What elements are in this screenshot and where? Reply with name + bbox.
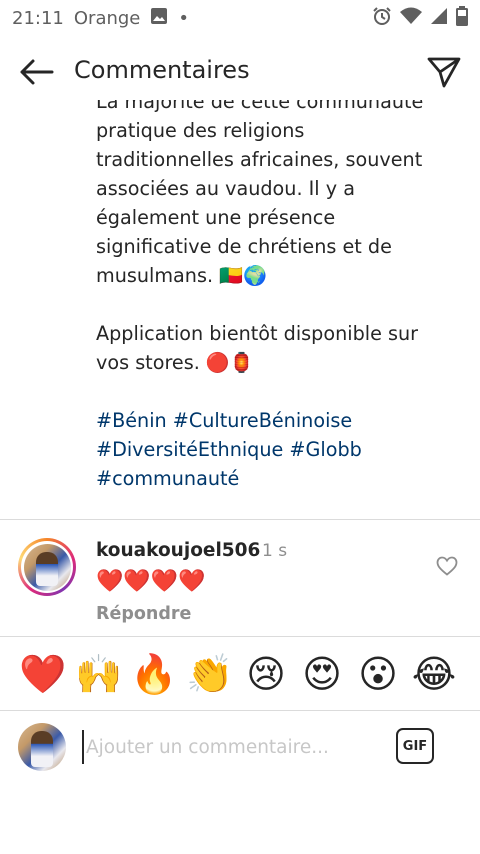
- heart-outline-icon: [436, 556, 458, 576]
- quick-reactions-bar: ❤️ 🙌 🔥 👏 😢 😍 😮 😂: [0, 646, 480, 702]
- reaction-heart-eyes[interactable]: 😍: [298, 646, 346, 702]
- status-carrier: Orange: [73, 7, 141, 29]
- caption-line: Application bientôt disponible sur: [96, 322, 419, 345]
- wifi-icon: [400, 7, 422, 30]
- share-button[interactable]: [424, 54, 464, 90]
- caption-line: La majorité de cette communauté: [96, 100, 424, 113]
- reaction-clap[interactable]: 👏: [186, 646, 234, 702]
- caption-line: vos stores. 🔴🏮: [96, 351, 254, 374]
- image-icon: [150, 7, 168, 30]
- post-caption: La majorité de cette communauté pratique…: [96, 100, 426, 493]
- reaction-surprised[interactable]: 😮: [354, 646, 402, 702]
- alarm-icon: [372, 6, 392, 31]
- divider: [0, 519, 480, 520]
- caption-line: également une présence: [96, 206, 336, 229]
- comment-text: ❤️❤️❤️❤️: [96, 569, 206, 594]
- status-bar: 21:11 Orange •: [0, 0, 480, 36]
- reaction-crying[interactable]: 😢: [242, 646, 290, 702]
- arrow-left-icon: [20, 59, 54, 85]
- divider: [0, 710, 480, 711]
- hashtag-line[interactable]: #Bénin #CultureBéninoise: [96, 406, 426, 435]
- comment-avatar[interactable]: [18, 538, 76, 596]
- back-button[interactable]: [16, 56, 56, 88]
- caption-line: significative de chrétiens et de: [96, 235, 392, 258]
- status-dot: •: [178, 7, 190, 29]
- reaction-raised-hands[interactable]: 🙌: [75, 646, 123, 702]
- paper-plane-icon: [427, 57, 461, 88]
- signal-icon: [430, 7, 448, 30]
- header: Commentaires: [0, 44, 480, 100]
- comment-like-button[interactable]: [436, 556, 458, 576]
- comment-username[interactable]: kouakoujoel506: [96, 540, 260, 561]
- status-time: 21:11: [12, 7, 64, 29]
- post-caption-area: La majorité de cette communauté pratique…: [0, 100, 480, 518]
- caption-line: pratique des religions: [96, 119, 305, 142]
- caption-line: musulmans. 🇧🇯🌍: [96, 264, 267, 287]
- reaction-heart[interactable]: ❤️: [19, 646, 67, 702]
- divider: [0, 636, 480, 637]
- comment-input[interactable]: [82, 730, 372, 764]
- hashtag-line[interactable]: #communauté: [96, 464, 426, 493]
- gif-button[interactable]: GIF: [396, 728, 434, 764]
- caption-line: associées au vaudou. Il y a: [96, 177, 355, 200]
- avatar-photo: [23, 543, 71, 591]
- hashtag-line[interactable]: #DiversitéEthnique #Globb: [96, 435, 426, 464]
- reaction-fire[interactable]: 🔥: [130, 646, 178, 702]
- reply-button[interactable]: Répondre: [96, 604, 191, 624]
- page-title: Commentaires: [74, 56, 250, 84]
- reaction-laughing[interactable]: 😂: [410, 646, 458, 702]
- battery-icon: [456, 5, 468, 31]
- comment-timestamp: 1 s: [262, 541, 288, 561]
- user-avatar: [18, 723, 66, 771]
- caption-line: traditionnelles africaines, souvent: [96, 148, 423, 171]
